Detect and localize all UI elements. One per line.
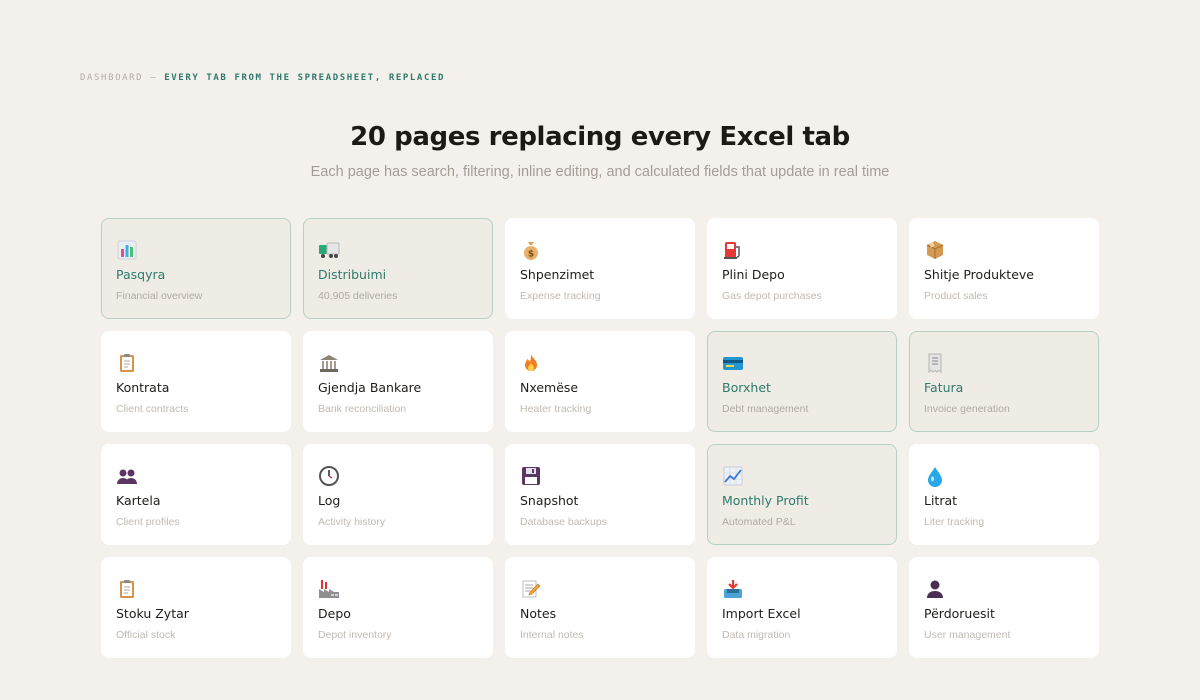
memo-icon — [520, 578, 542, 600]
page-card-label: Shitje Produkteve — [924, 267, 1034, 282]
page-card-snapshot[interactable]: Snapshot Database backups — [505, 444, 695, 545]
page-card-pasqyra[interactable]: Pasqyra Financial overview — [101, 218, 291, 319]
truck-icon — [318, 239, 340, 261]
page-card-label: Monthly Profit — [722, 493, 809, 508]
clipboard-icon — [116, 578, 138, 600]
eyebrow: DASHBOARD — EVERY TAB FROM THE SPREADSHE… — [80, 73, 445, 83]
page-card-kontrata[interactable]: Kontrata Client contracts — [101, 331, 291, 432]
eyebrow-tagline: EVERY TAB FROM THE SPREADSHEET, REPLACED — [164, 73, 446, 83]
page-card-description: Financial overview — [116, 290, 203, 302]
eyebrow-separator: — — [150, 73, 158, 83]
page-card-label: Snapshot — [520, 493, 579, 508]
page-card-shpenzimet[interactable]: $ Shpenzimet Expense tracking — [505, 218, 695, 319]
money-bag-icon: $ — [520, 239, 542, 261]
page-card-plini-depo[interactable]: Plini Depo Gas depot purchases — [707, 218, 897, 319]
page-card-description: Client contracts — [116, 403, 189, 415]
fuel-pump-icon — [722, 239, 744, 261]
page-card-description: Data migration — [722, 629, 791, 641]
page-card-label: Kontrata — [116, 380, 170, 395]
page-card-monthly-profit[interactable]: Monthly Profit Automated P&L — [707, 444, 897, 545]
page-card-distribuimi[interactable]: Distribuimi 40,905 deliveries — [303, 218, 493, 319]
droplet-icon — [924, 465, 946, 487]
page-card-description: User management — [924, 629, 1011, 641]
page-card-label: Gjendja Bankare — [318, 380, 422, 395]
page-card-description: Debt management — [722, 403, 809, 415]
users-icon — [116, 465, 138, 487]
page-card-description: Automated P&L — [722, 516, 796, 528]
page-card-kartela[interactable]: Kartela Client profiles — [101, 444, 291, 545]
page-card-description: Product sales — [924, 290, 988, 302]
page-card-description: 40,905 deliveries — [318, 290, 398, 302]
page-card-litrat[interactable]: Litrat Liter tracking — [909, 444, 1099, 545]
page-card-description: Bank reconciliation — [318, 403, 407, 415]
page-card-label: Import Excel — [722, 606, 801, 621]
page-card-notes[interactable]: Notes Internal notes — [505, 557, 695, 658]
credit-card-icon — [722, 352, 744, 374]
trending-up-chart-icon — [722, 465, 744, 487]
eyebrow-section: DASHBOARD — [80, 73, 144, 83]
page-card-label: Përdoruesit — [924, 606, 995, 621]
clock-icon — [318, 465, 340, 487]
receipt-icon — [924, 352, 946, 374]
page-card-label: Plini Depo — [722, 267, 785, 282]
page-card-gjendja-bankare[interactable]: Gjendja Bankare Bank reconciliation — [303, 331, 493, 432]
floppy-disk-icon — [520, 465, 542, 487]
page-card-label: Log — [318, 493, 341, 508]
user-icon — [924, 578, 946, 600]
page-card-borxhet[interactable]: Borxhet Debt management — [707, 331, 897, 432]
package-icon — [924, 239, 946, 261]
fire-icon — [520, 352, 542, 374]
page-card-label: Depo — [318, 606, 351, 621]
page-card-description: Invoice generation — [924, 403, 1010, 415]
page-card-description: Gas depot purchases — [722, 290, 822, 302]
clipboard-icon — [116, 352, 138, 374]
page-card-nxemese[interactable]: Nxemëse Heater tracking — [505, 331, 695, 432]
page-card-stoku-zytar[interactable]: Stoku Zytar Official stock — [101, 557, 291, 658]
page-card-label: Notes — [520, 606, 557, 621]
page-card-label: Kartela — [116, 493, 161, 508]
page-card-label: Distribuimi — [318, 267, 387, 282]
page-card-label: Borxhet — [722, 380, 771, 395]
page-card-label: Pasqyra — [116, 267, 166, 282]
inbox-tray-icon — [722, 578, 744, 600]
pages-grid: Pasqyra Financial overview Distribuimi 40,9… — [101, 218, 1099, 658]
page-card-perdoruesit[interactable]: Përdoruesit User management — [909, 557, 1099, 658]
page-title: 20 pages replacing every Excel tab — [350, 122, 850, 152]
page-card-description: Depot inventory — [318, 629, 392, 641]
page-card-label: Nxemëse — [520, 380, 579, 395]
page-card-label: Stoku Zytar — [116, 606, 189, 621]
page-card-description: Heater tracking — [520, 403, 592, 415]
svg-text:$: $ — [528, 250, 534, 260]
page-card-shitje-produkteve[interactable]: Shitje Produkteve Product sales — [909, 218, 1099, 319]
page-card-description: Database backups — [520, 516, 607, 528]
page-card-label: Litrat — [924, 493, 958, 508]
page-card-depo[interactable]: Depo Depot inventory — [303, 557, 493, 658]
page-card-log[interactable]: Log Activity history — [303, 444, 493, 545]
page-card-description: Activity history — [318, 516, 386, 528]
page-card-description: Liter tracking — [924, 516, 985, 528]
bar-chart-icon — [116, 239, 138, 261]
page-card-import-excel[interactable]: Import Excel Data migration — [707, 557, 897, 658]
page-card-description: Expense tracking — [520, 290, 601, 302]
page-subtitle: Each page has search, filtering, inline … — [310, 164, 890, 180]
page-card-description: Official stock — [116, 629, 176, 641]
factory-icon — [318, 578, 340, 600]
page-card-description: Client profiles — [116, 516, 180, 528]
page-card-fatura[interactable]: Fatura Invoice generation — [909, 331, 1099, 432]
page-card-description: Internal notes — [520, 629, 584, 641]
page-card-label: Shpenzimet — [520, 267, 595, 282]
page-card-label: Fatura — [924, 380, 964, 395]
bank-icon — [318, 352, 340, 374]
